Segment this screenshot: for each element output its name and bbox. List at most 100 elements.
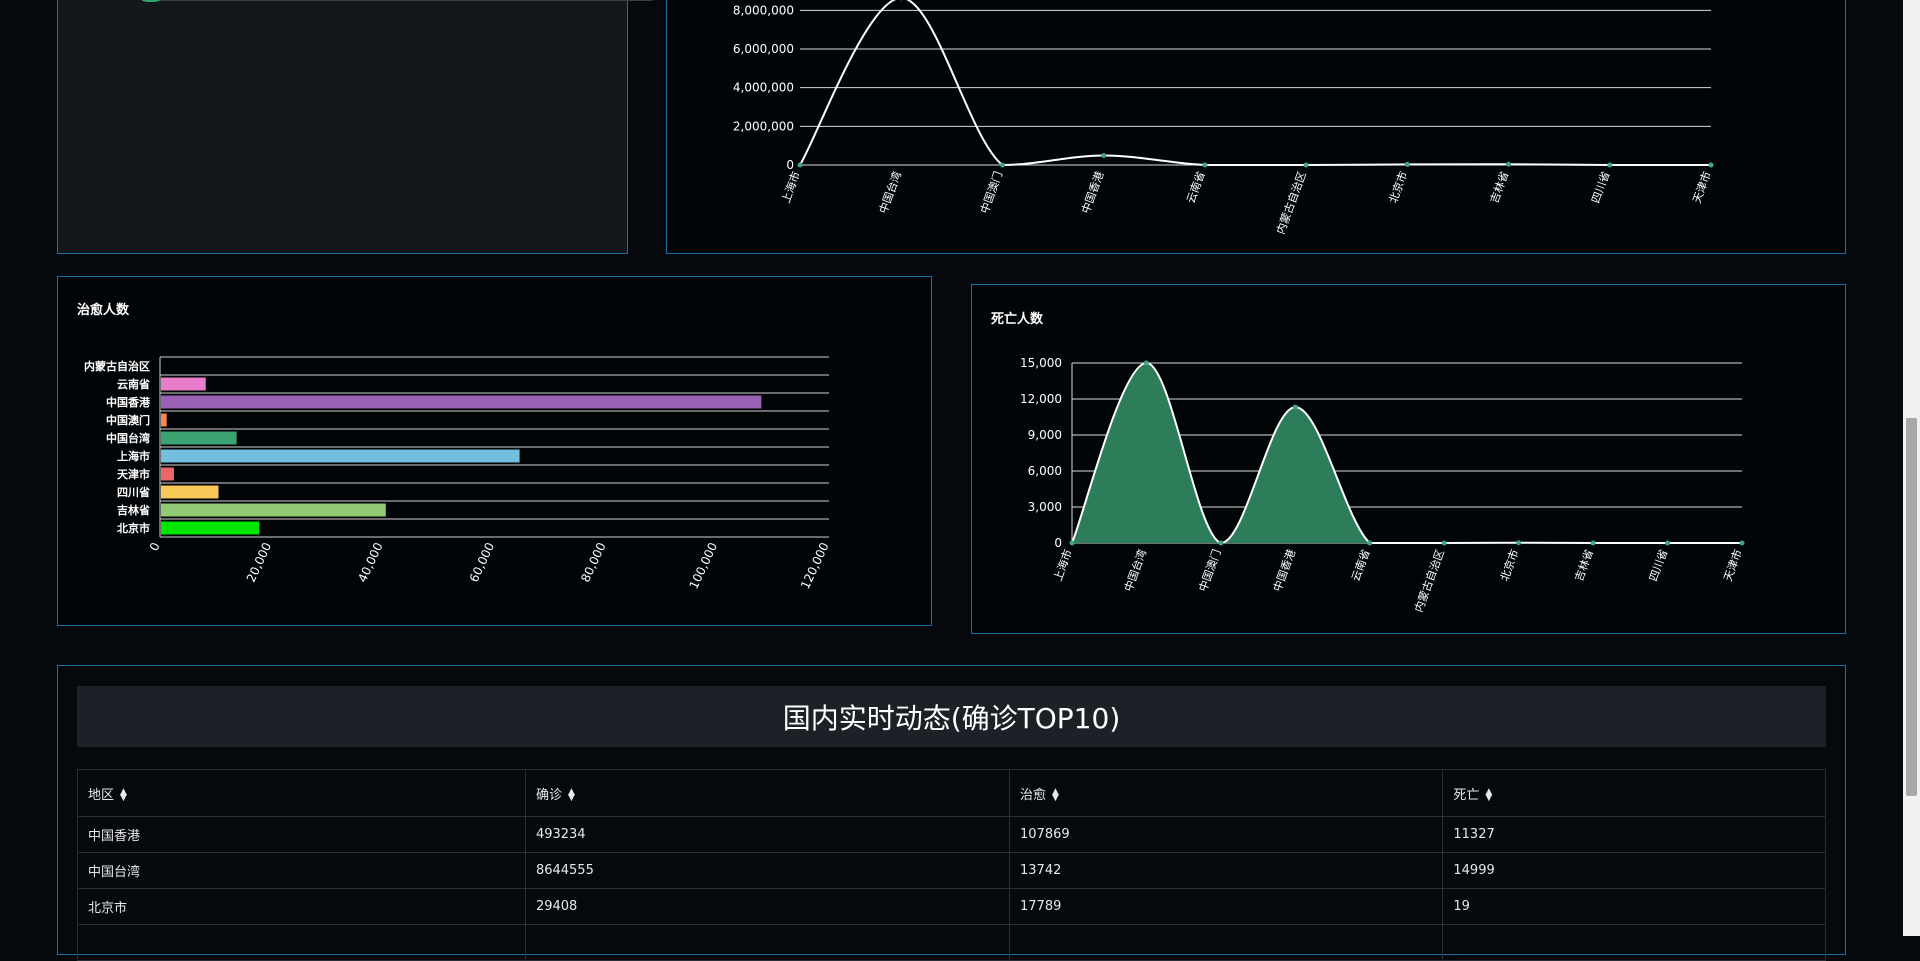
table-cell: 8644555 [525,853,1009,889]
table-title-bar: 国内实时动态(确诊TOP10) [77,686,1826,747]
table-cell: 中国台湾 [78,853,526,889]
table-cell [1010,925,1443,961]
y-tick-label: 12,000 [1020,392,1062,406]
x-tick-label: 中国香港 [1271,548,1298,594]
x-tick-label: 北京市 [1497,547,1521,583]
table-cell [78,925,526,961]
confirmed-line-chart: 02,000,0004,000,0006,000,0008,000,000上海市… [667,0,1847,255]
y-tick-label: 4,000,000 [733,81,794,95]
table-header-row: 地区▲▼ 确诊▲▼ 治愈▲▼ 死亡▲▼ [78,770,1826,817]
table-cell [1443,925,1826,961]
y-tick-label: 中国澳门 [106,413,150,427]
page-scrollbar[interactable] [1903,0,1920,936]
table-cell: 11327 [1443,817,1826,853]
sort-icon[interactable]: ▲▼ [120,789,127,801]
column-header-deaths[interactable]: 死亡▲▼ [1443,770,1826,817]
bar [161,450,520,463]
y-tick-label: 云南省 [117,377,150,391]
table-cell: 493234 [525,817,1009,853]
x-tick-label: 北京市 [1386,169,1410,205]
area-fill [1072,363,1742,543]
y-tick-label: 2,000,000 [733,119,794,133]
progress-bar [136,0,662,1]
sort-icon[interactable]: ▲▼ [1052,789,1059,801]
x-tick-label: 天津市 [1720,547,1744,583]
sort-icon[interactable]: ▲▼ [1485,789,1492,801]
x-tick-label: 中国澳门 [977,169,1005,215]
table-cell: 19 [1443,889,1826,925]
bar [161,468,174,481]
bar [161,378,206,391]
y-tick-label: 北京市 [117,521,150,535]
x-tick-label: 40,000 [355,540,385,584]
table-cell: 北京市 [78,889,526,925]
series-line [800,0,1711,165]
x-tick-label: 云南省 [1184,170,1208,205]
data-point [1293,405,1298,410]
y-tick-label: 6,000,000 [733,42,794,56]
table-cell: 107869 [1010,817,1443,853]
y-tick-label: 上海市 [117,449,150,463]
x-tick-label: 中国台湾 [1121,547,1149,593]
data-point [1218,541,1223,546]
column-header-cured[interactable]: 治愈▲▼ [1010,770,1443,817]
sort-icon[interactable]: ▲▼ [568,789,575,801]
x-tick-label: 四川省 [1647,548,1671,583]
data-point [1367,541,1372,546]
data-point [1665,541,1670,546]
bar [161,486,219,499]
x-tick-label: 120,000 [798,540,832,591]
y-tick-label: 中国台湾 [106,431,150,445]
y-tick-label: 吉林省 [117,503,150,517]
column-header-confirmed[interactable]: 确诊▲▼ [525,770,1009,817]
data-point [1516,540,1521,545]
table-cell: 中国香港 [78,817,526,853]
table-row: 中国香港 493234 107869 11327 [78,817,1826,853]
x-tick-label: 内蒙古自治区 [1273,169,1309,236]
y-tick-label: 中国香港 [106,395,151,409]
y-tick-label: 9,000 [1028,428,1062,442]
bar [161,432,237,445]
column-header-region[interactable]: 地区▲▼ [78,770,526,817]
x-tick-label: 四川省 [1589,170,1613,205]
data-point [798,163,803,168]
data-point [1506,162,1511,167]
x-tick-label: 吉林省 [1571,547,1595,583]
y-tick-label: 内蒙古自治区 [84,359,150,373]
bar [161,522,259,535]
data-point [1740,541,1745,546]
deaths-area-panel: 死亡人数 03,0006,0009,00012,00015,000上海市中国台湾… [971,284,1846,634]
table-cell: 29408 [525,889,1009,925]
top-left-panel [57,0,628,254]
x-tick-label: 60,000 [467,540,497,584]
cured-bar-chart: 北京市 吉林省 四川省 天津市 上海市 中国台湾 中国澳门 中国香港 云南省 内蒙古自治区 0 20,… [58,277,933,627]
y-tick-label: 8,000,000 [733,3,794,17]
x-tick-label: 内蒙古自治区 [1411,547,1447,614]
realtime-table: 地区▲▼ 确诊▲▼ 治愈▲▼ 死亡▲▼ 中国香港 493234 107869 1… [77,769,1826,961]
data-point [1101,153,1106,158]
data-point [1304,162,1309,167]
y-tick-label: 四川省 [117,485,150,499]
data-point [1202,162,1207,167]
x-tick-label: 20,000 [244,540,274,584]
scrollbar-thumb[interactable] [1906,418,1917,796]
y-tick-label: 3,000 [1028,500,1062,514]
table-cell: 13742 [1010,853,1443,889]
bar [161,414,167,427]
x-tick-label: 中国台湾 [876,169,904,215]
x-tick-label: 吉林省 [1487,169,1511,205]
confirmed-line-panel: 02,000,0004,000,0006,000,0008,000,000上海市… [666,0,1846,254]
y-tick-label: 天津市 [117,467,150,481]
y-tick-label: 15,000 [1020,356,1062,370]
data-point [1591,541,1596,546]
x-tick-label: 中国澳门 [1196,547,1224,593]
data-point [1000,162,1005,167]
data-point [1070,541,1075,546]
bar [161,504,386,517]
x-tick-label: 0 [147,540,163,553]
table-row: 中国台湾 8644555 13742 14999 [78,853,1826,889]
x-tick-label: 80,000 [578,540,608,584]
x-tick-label: 上海市 [778,169,802,205]
data-point [1144,361,1149,366]
table-row: 北京市 29408 17789 19 [78,889,1826,925]
